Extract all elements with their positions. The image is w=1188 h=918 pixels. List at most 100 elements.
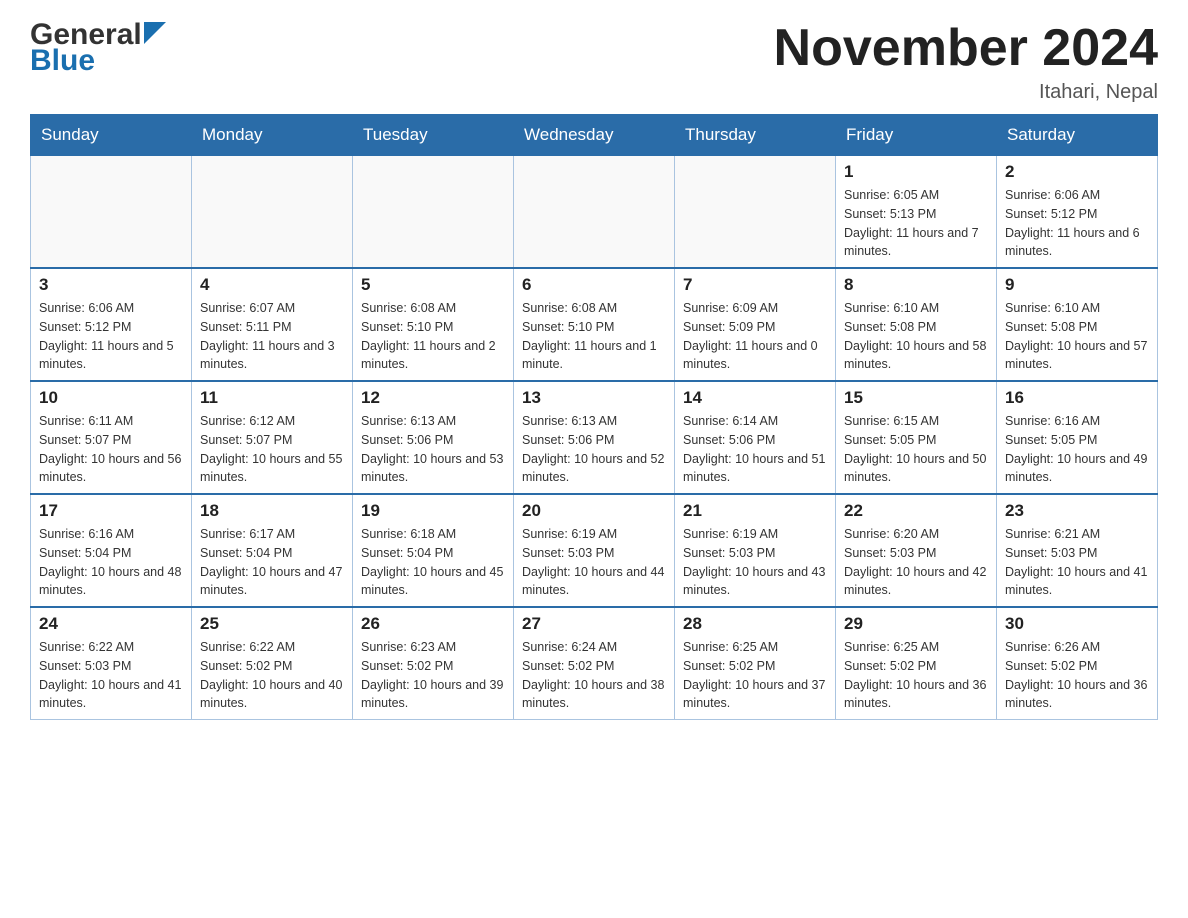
day-info: Sunrise: 6:21 AMSunset: 5:03 PMDaylight:… [1005,525,1149,600]
calendar-cell: 10 Sunrise: 6:11 AMSunset: 5:07 PMDayligh… [31,381,192,494]
day-number: 23 [1005,501,1149,521]
day-info: Sunrise: 6:13 AMSunset: 5:06 PMDaylight:… [522,412,666,487]
day-info: Sunrise: 6:07 AMSunset: 5:11 PMDaylight:… [200,299,344,374]
day-header-monday: Monday [192,115,353,156]
calendar-week-row: 17 Sunrise: 6:16 AMSunset: 5:04 PMDayligh… [31,494,1158,607]
calendar-cell [192,156,353,269]
day-info: Sunrise: 6:20 AMSunset: 5:03 PMDaylight:… [844,525,988,600]
calendar-cell: 9 Sunrise: 6:10 AMSunset: 5:08 PMDaylight… [997,268,1158,381]
day-number: 19 [361,501,505,521]
calendar-cell: 20 Sunrise: 6:19 AMSunset: 5:03 PMDayligh… [514,494,675,607]
day-number: 3 [39,275,183,295]
day-number: 7 [683,275,827,295]
day-number: 30 [1005,614,1149,634]
calendar-cell: 25 Sunrise: 6:22 AMSunset: 5:02 PMDayligh… [192,607,353,720]
day-info: Sunrise: 6:18 AMSunset: 5:04 PMDaylight:… [361,525,505,600]
day-number: 8 [844,275,988,295]
day-info: Sunrise: 6:10 AMSunset: 5:08 PMDaylight:… [1005,299,1149,374]
day-info: Sunrise: 6:25 AMSunset: 5:02 PMDaylight:… [683,638,827,713]
month-title: November 2024 [774,20,1158,77]
day-info: Sunrise: 6:11 AMSunset: 5:07 PMDaylight:… [39,412,183,487]
day-header-sunday: Sunday [31,115,192,156]
day-number: 29 [844,614,988,634]
calendar-cell: 5 Sunrise: 6:08 AMSunset: 5:10 PMDaylight… [353,268,514,381]
calendar-cell: 13Sunrise: 6:13 AMSunset: 5:06 PMDayligh… [514,381,675,494]
page-header: General Blue November 2024 Itahari, Nepa… [30,20,1158,104]
day-number: 12 [361,388,505,408]
day-info: Sunrise: 6:17 AMSunset: 5:04 PMDaylight:… [200,525,344,600]
day-number: 22 [844,501,988,521]
calendar-cell: 4Sunrise: 6:07 AMSunset: 5:11 PMDaylight… [192,268,353,381]
logo: General Blue [30,20,166,76]
title-section: November 2024 Itahari, Nepal [774,20,1158,104]
calendar-week-row: 24 Sunrise: 6:22 AMSunset: 5:03 PMDayligh… [31,607,1158,720]
calendar-cell: 30 Sunrise: 6:26 AMSunset: 5:02 PMDayligh… [997,607,1158,720]
day-info: Sunrise: 6:26 AMSunset: 5:02 PMDaylight:… [1005,638,1149,713]
day-number: 25 [200,614,344,634]
day-info: Sunrise: 6:19 AMSunset: 5:03 PMDaylight:… [683,525,827,600]
calendar-cell: 23 Sunrise: 6:21 AMSunset: 5:03 PMDayligh… [997,494,1158,607]
calendar-cell: 8 Sunrise: 6:10 AMSunset: 5:08 PMDaylight… [836,268,997,381]
day-info: Sunrise: 6:14 AMSunset: 5:06 PMDaylight:… [683,412,827,487]
calendar-cell: 2Sunrise: 6:06 AMSunset: 5:12 PMDaylight… [997,156,1158,269]
calendar-cell: 24 Sunrise: 6:22 AMSunset: 5:03 PMDayligh… [31,607,192,720]
day-info: Sunrise: 6:08 AMSunset: 5:10 PMDaylight:… [361,299,505,374]
calendar-cell: 27Sunrise: 6:24 AMSunset: 5:02 PMDayligh… [514,607,675,720]
calendar-week-row: 1 Sunrise: 6:05 AMSunset: 5:13 PMDaylight… [31,156,1158,269]
calendar-cell: 19 Sunrise: 6:18 AMSunset: 5:04 PMDayligh… [353,494,514,607]
calendar-cell [514,156,675,269]
day-info: Sunrise: 6:24 AMSunset: 5:02 PMDaylight:… [522,638,666,713]
calendar-cell: 17 Sunrise: 6:16 AMSunset: 5:04 PMDayligh… [31,494,192,607]
day-number: 1 [844,162,988,182]
day-info: Sunrise: 6:06 AMSunset: 5:12 PMDaylight:… [1005,186,1149,261]
day-number: 16 [1005,388,1149,408]
day-info: Sunrise: 6:16 AMSunset: 5:04 PMDaylight:… [39,525,183,600]
day-header-tuesday: Tuesday [353,115,514,156]
calendar-cell [31,156,192,269]
day-number: 11 [200,388,344,408]
day-number: 18 [200,501,344,521]
day-info: Sunrise: 6:22 AMSunset: 5:03 PMDaylight:… [39,638,183,713]
day-number: 21 [683,501,827,521]
calendar-cell [353,156,514,269]
logo-blue-text: Blue [30,46,95,76]
calendar-cell: 1 Sunrise: 6:05 AMSunset: 5:13 PMDaylight… [836,156,997,269]
header-row: SundayMondayTuesdayWednesdayThursdayFrid… [31,115,1158,156]
location-label: Itahari, Nepal [774,81,1158,104]
calendar-cell: 21 Sunrise: 6:19 AMSunset: 5:03 PMDayligh… [675,494,836,607]
calendar-cell: 6 Sunrise: 6:08 AMSunset: 5:10 PMDaylight… [514,268,675,381]
calendar-cell: 18 Sunrise: 6:17 AMSunset: 5:04 PMDayligh… [192,494,353,607]
day-info: Sunrise: 6:15 AMSunset: 5:05 PMDaylight:… [844,412,988,487]
day-header-wednesday: Wednesday [514,115,675,156]
calendar-week-row: 10 Sunrise: 6:11 AMSunset: 5:07 PMDayligh… [31,381,1158,494]
calendar-cell: 12Sunrise: 6:13 AMSunset: 5:06 PMDayligh… [353,381,514,494]
day-number: 24 [39,614,183,634]
calendar-cell: 22 Sunrise: 6:20 AMSunset: 5:03 PMDayligh… [836,494,997,607]
day-number: 14 [683,388,827,408]
day-header-friday: Friday [836,115,997,156]
day-header-saturday: Saturday [997,115,1158,156]
calendar-cell: 26Sunrise: 6:23 AMSunset: 5:02 PMDayligh… [353,607,514,720]
day-number: 26 [361,614,505,634]
calendar-cell [675,156,836,269]
day-header-thursday: Thursday [675,115,836,156]
calendar-cell: 29Sunrise: 6:25 AMSunset: 5:02 PMDayligh… [836,607,997,720]
day-number: 6 [522,275,666,295]
calendar-week-row: 3Sunrise: 6:06 AMSunset: 5:12 PMDaylight… [31,268,1158,381]
day-number: 10 [39,388,183,408]
day-number: 9 [1005,275,1149,295]
calendar-cell: 3Sunrise: 6:06 AMSunset: 5:12 PMDaylight… [31,268,192,381]
calendar-cell: 16Sunrise: 6:16 AMSunset: 5:05 PMDayligh… [997,381,1158,494]
day-info: Sunrise: 6:22 AMSunset: 5:02 PMDaylight:… [200,638,344,713]
day-info: Sunrise: 6:08 AMSunset: 5:10 PMDaylight:… [522,299,666,374]
calendar-cell: 15Sunrise: 6:15 AMSunset: 5:05 PMDayligh… [836,381,997,494]
day-number: 17 [39,501,183,521]
day-info: Sunrise: 6:09 AMSunset: 5:09 PMDaylight:… [683,299,827,374]
day-number: 20 [522,501,666,521]
day-info: Sunrise: 6:05 AMSunset: 5:13 PMDaylight:… [844,186,988,261]
calendar-table: SundayMondayTuesdayWednesdayThursdayFrid… [30,114,1158,720]
day-number: 5 [361,275,505,295]
calendar-cell: 7 Sunrise: 6:09 AMSunset: 5:09 PMDaylight… [675,268,836,381]
day-info: Sunrise: 6:10 AMSunset: 5:08 PMDaylight:… [844,299,988,374]
day-info: Sunrise: 6:19 AMSunset: 5:03 PMDaylight:… [522,525,666,600]
